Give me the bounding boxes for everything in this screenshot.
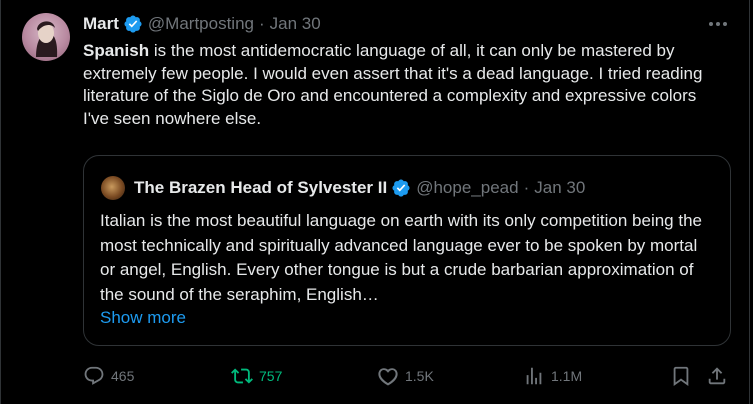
reply-icon — [84, 366, 104, 385]
quoted-text: Italian is the most beautiful language o… — [100, 211, 702, 304]
tweet-header: Mart @Martposting · Jan 30 — [83, 13, 733, 35]
author-handle[interactable]: @Martposting — [148, 14, 254, 34]
right-divider — [749, 0, 750, 404]
quoted-tweet[interactable]: The Brazen Head of Sylvester II @hope_pe… — [83, 155, 731, 346]
quoted-author-handle: @hope_pead — [416, 178, 519, 197]
bookmark-button[interactable] — [670, 362, 692, 390]
tweet-text: Spanish is the most antidemocratic langu… — [83, 40, 723, 130]
reply-count: 465 — [111, 368, 135, 384]
bookmark-icon — [673, 366, 689, 387]
share-button[interactable] — [706, 362, 728, 390]
author-name[interactable]: Mart — [83, 14, 119, 34]
quoted-author-name: The Brazen Head of Sylvester II — [134, 178, 388, 197]
more-icon[interactable] — [707, 14, 729, 34]
separator-dot: · — [523, 178, 530, 197]
tweet[interactable]: Mart @Martposting · Jan 30 Spanish is th… — [0, 0, 753, 404]
repost-button[interactable]: 757 — [231, 362, 282, 390]
avatar[interactable] — [22, 13, 70, 61]
repost-count: 757 — [259, 368, 283, 384]
repost-icon — [231, 368, 253, 384]
separator-dot: · — [258, 14, 265, 33]
views-button[interactable]: 1.1M — [523, 362, 582, 390]
tweet-date[interactable]: Jan 30 — [270, 14, 321, 34]
like-icon — [378, 368, 398, 386]
like-count: 1.5K — [405, 368, 434, 384]
action-bar: 465 757 1.5K 1.1M — [83, 362, 733, 390]
show-more-link[interactable]: Show more — [100, 308, 186, 328]
like-button[interactable]: 1.5K — [377, 362, 434, 390]
share-icon — [708, 367, 726, 385]
verified-icon — [124, 15, 142, 33]
view-count: 1.1M — [551, 368, 583, 384]
tweet-bold-lead: Spanish — [83, 41, 150, 60]
quoted-header: The Brazen Head of Sylvester II @hope_pe… — [134, 176, 585, 200]
quoted-avatar — [101, 176, 125, 200]
tweet-body: is the most antidemocratic language of a… — [83, 41, 703, 128]
views-icon — [526, 367, 542, 385]
reply-button[interactable]: 465 — [83, 362, 134, 390]
verified-icon — [392, 179, 410, 197]
quoted-date: Jan 30 — [534, 178, 586, 197]
left-divider — [0, 0, 1, 404]
